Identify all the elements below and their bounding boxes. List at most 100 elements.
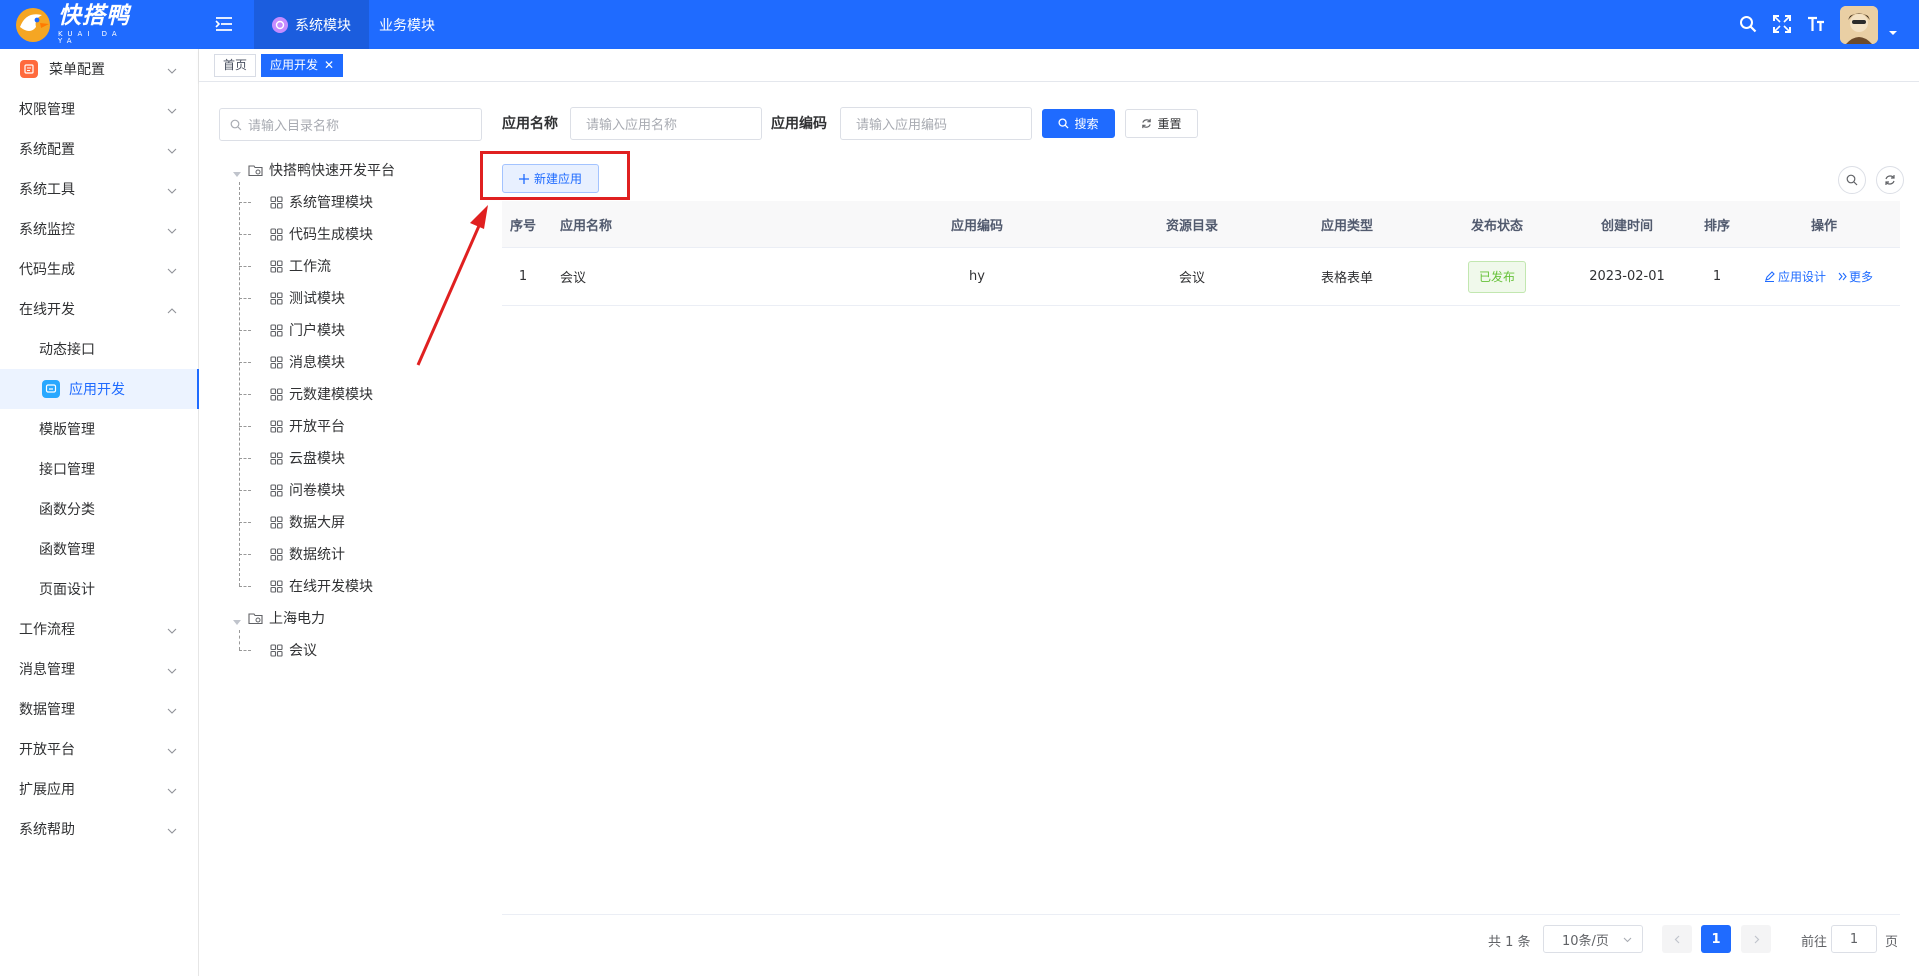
tree-child-node[interactable]: 元数建模模块 [270, 384, 373, 404]
tab-system-module[interactable]: 系统模块 [254, 0, 369, 49]
module-grid-icon [270, 483, 283, 497]
tree-child-node[interactable]: 开放平台 [270, 416, 345, 436]
search-icon [230, 119, 242, 135]
prev-page-button[interactable] [1662, 925, 1692, 953]
logo[interactable]: 快搭鸭 KUAI DA YA [12, 4, 146, 46]
font-size-icon[interactable] [1805, 13, 1827, 35]
sidebar-item[interactable]: 消息管理 [0, 649, 199, 689]
system-module-icon [272, 16, 288, 33]
tree-child-node[interactable]: 测试模块 [270, 288, 345, 308]
logo-name: 快搭鸭 [58, 3, 130, 29]
refresh-icon [1141, 118, 1152, 129]
sidebar-item[interactable]: 接口管理 [0, 449, 199, 489]
tab-label: 业务模块 [379, 17, 435, 34]
page-unit-label: 页 [1885, 935, 1899, 950]
caret-down-icon[interactable] [233, 166, 241, 177]
tree-child-node[interactable]: 在线开发模块 [270, 576, 373, 596]
cell-app-type: 表格表单 [1320, 271, 1373, 286]
module-grid-icon [270, 227, 283, 241]
caret-down-icon[interactable] [1888, 26, 1898, 36]
sidebar-item[interactable]: 开放平台 [0, 729, 199, 769]
cell-created-time: 2023-02-01 [1589, 269, 1665, 284]
cell-resource-dir: 会议 [1178, 271, 1205, 286]
sidebar-item[interactable]: 系统配置 [0, 129, 199, 169]
sidebar-item-label: 系统配置 [19, 142, 75, 158]
app-design-link[interactable]: 应用设计 [1764, 268, 1826, 285]
app-code-input[interactable]: 请输入应用编码 [840, 107, 1032, 140]
sidebar-item[interactable]: 系统监控 [0, 209, 199, 249]
sidebar-item[interactable]: 工作流程 [0, 609, 199, 649]
module-grid-icon [270, 323, 283, 337]
more-label: 更多 [1849, 270, 1874, 284]
sidebar-item[interactable]: 扩展应用 [0, 769, 199, 809]
pager-total: 共 1 条 [1488, 935, 1531, 950]
folder-icon [248, 612, 263, 625]
toggle-search-icon[interactable] [1838, 166, 1866, 194]
more-link[interactable]: 更多 [1838, 268, 1873, 285]
search-button[interactable]: 搜索 [1042, 109, 1115, 138]
sidebar-item[interactable]: 系统工具 [0, 169, 199, 209]
app-name-input[interactable]: 请输入应用名称 [570, 107, 762, 140]
chevron-down-icon [167, 104, 177, 114]
tree-child-node[interactable]: 会议 [270, 640, 317, 660]
sidebar-item[interactable]: 数据管理 [0, 689, 199, 729]
search-icon [1058, 118, 1070, 129]
tree-child-node[interactable]: 云盘模块 [270, 448, 345, 468]
page-number-current[interactable]: 1 [1701, 925, 1731, 953]
sidebar-item[interactable]: 代码生成 [0, 249, 199, 289]
sidebar-item-label: 权限管理 [19, 102, 75, 118]
tree-root-node[interactable]: 上海电力 [248, 608, 325, 628]
sidebar-item[interactable]: 模版管理 [0, 409, 199, 449]
next-page-button[interactable] [1741, 925, 1771, 953]
fullscreen-icon[interactable] [1771, 13, 1793, 35]
tree-node-label: 系统管理模块 [289, 195, 373, 211]
tree-child-node[interactable]: 门户模块 [270, 320, 345, 340]
tree-child-node[interactable]: 数据大屏 [270, 512, 345, 532]
tab-business-module[interactable]: 业务模块 [361, 0, 453, 49]
chevron-down-icon [167, 264, 177, 274]
sidebar-item[interactable]: 系统帮助 [0, 809, 199, 849]
sidebar-item-label: 系统帮助 [19, 822, 75, 838]
tree-root-node[interactable]: 快搭鸭快速开发平台 [248, 160, 395, 180]
sidebar-item-label: 接口管理 [39, 462, 95, 478]
goto-page-input[interactable]: 1 [1831, 925, 1877, 953]
avatar[interactable] [1840, 6, 1878, 44]
sidebar-item[interactable]: 菜单配置 [0, 49, 199, 89]
app-design-label: 应用设计 [1778, 270, 1827, 284]
sidebar-item[interactable]: 页面设计 [0, 569, 199, 609]
tag-home[interactable]: 首页 [214, 54, 257, 77]
tree-search-placeholder: 请输入目录名称 [248, 119, 340, 134]
chevron-down-icon [167, 744, 177, 754]
tree-child-node[interactable]: 系统管理模块 [270, 192, 373, 212]
tree-child-node[interactable]: 代码生成模块 [270, 224, 373, 244]
tree-child-node[interactable]: 问卷模块 [270, 480, 345, 500]
module-grid-icon [270, 387, 283, 401]
sidebar-toggle-icon[interactable] [213, 13, 235, 35]
col-sort: 排序 [1703, 218, 1730, 234]
tree-child-node[interactable]: 工作流 [270, 256, 331, 276]
tree-search-input[interactable]: 请输入目录名称 [219, 108, 482, 141]
search-icon[interactable] [1737, 13, 1759, 35]
app-code-label: 应用编码 [771, 116, 827, 132]
sidebar-item-label: 在线开发 [19, 302, 75, 318]
tree-connector [239, 586, 251, 587]
sidebar-item[interactable]: 动态接口 [0, 329, 199, 369]
caret-down-icon[interactable] [233, 614, 241, 625]
tree-child-node[interactable]: 消息模块 [270, 352, 345, 372]
refresh-icon[interactable] [1876, 166, 1904, 194]
tree-child-node[interactable]: 数据统计 [270, 544, 345, 564]
page-size-select[interactable]: 10条/页 [1543, 925, 1643, 953]
tree-node-label: 云盘模块 [289, 451, 345, 467]
sidebar-item[interactable]: 函数管理 [0, 529, 199, 569]
top-navbar: 快搭鸭 KUAI DA YA 系统模块 业务模块 [0, 0, 1919, 49]
sidebar-item[interactable]: 权限管理 [0, 89, 199, 129]
cell-app-code: hy [969, 269, 985, 284]
tag-app-dev[interactable]: 应用开发 ✕ [261, 54, 344, 77]
sidebar-item[interactable]: 在线开发 [0, 289, 199, 329]
double-chevron-right-icon [1838, 272, 1847, 281]
sidebar-item[interactable]: 应用开发 [0, 369, 199, 409]
sidebar-item[interactable]: 函数分类 [0, 489, 199, 529]
reset-button[interactable]: 重置 [1125, 109, 1198, 138]
module-grid-icon [270, 291, 283, 305]
close-icon[interactable]: ✕ [324, 58, 334, 72]
